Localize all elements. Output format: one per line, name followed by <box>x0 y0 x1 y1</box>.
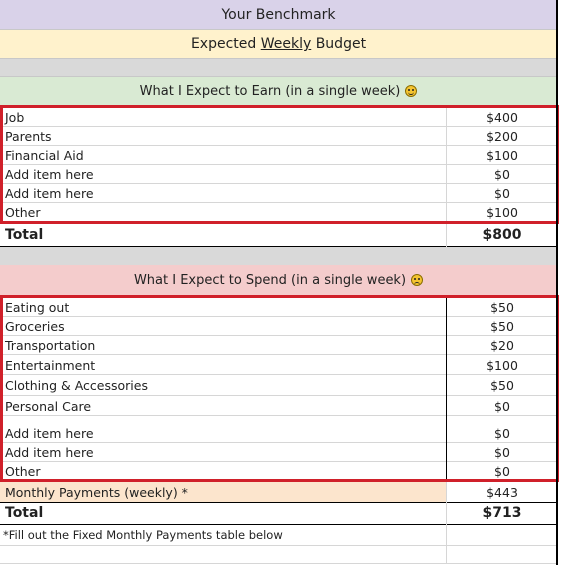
sheet-subtitle[interactable]: Expected Weekly Budget <box>0 30 557 59</box>
item-value: $0 <box>494 426 510 441</box>
subtitle-prefix: Expected <box>190 36 261 52</box>
item-label: Add item here <box>5 445 94 460</box>
list-item[interactable]: Entertainment $100 <box>0 355 557 375</box>
item-value: $100 <box>486 358 518 373</box>
item-value: $200 <box>486 129 518 144</box>
earn-heading: What I Expect to Earn (in a single week) <box>139 83 401 99</box>
list-item[interactable]: Other $0 <box>0 462 557 481</box>
item-label: Clothing & Accessories <box>5 378 148 393</box>
budget-sheet: Your Benchmark Expected Weekly Budget Wh… <box>0 0 559 565</box>
smile-emoji-icon <box>405 85 418 97</box>
item-label: Entertainment <box>5 358 96 373</box>
item-value: $50 <box>490 300 514 315</box>
spacer-row[interactable] <box>0 59 557 77</box>
item-value: $20 <box>490 338 514 353</box>
list-item[interactable]: Financial Aid $100 <box>0 146 557 165</box>
earn-total-row[interactable]: Total $800 <box>0 225 557 246</box>
column-divider-dark <box>446 297 447 482</box>
item-value: $400 <box>486 110 518 125</box>
spend-total-value: $713 <box>482 505 522 521</box>
item-value: $50 <box>490 378 514 393</box>
item-label: Parents <box>5 129 52 144</box>
column-divider <box>446 107 447 247</box>
item-label: Eating out <box>5 300 70 315</box>
earn-total-value: $800 <box>482 227 522 243</box>
item-label: Add item here <box>5 167 94 182</box>
monthly-payments-label: Monthly Payments (weekly) * <box>5 485 188 500</box>
list-item[interactable]: Add item here $0 <box>0 424 557 443</box>
list-item[interactable]: Other $100 <box>0 203 557 222</box>
list-item[interactable]: Eating out $50 <box>0 298 557 317</box>
spend-section-header[interactable]: What I Expect to Spend (in a single week… <box>0 265 557 295</box>
gridline <box>0 545 557 546</box>
gridline <box>0 563 557 564</box>
spend-total-label: Total <box>5 505 44 521</box>
list-item[interactable]: Parents $200 <box>0 127 557 146</box>
footnote-text: *Fill out the Fixed Monthly Payments tab… <box>3 528 283 542</box>
subtitle-weekly: Weekly <box>260 36 312 52</box>
list-item[interactable]: Groceries $50 <box>0 317 557 336</box>
item-label: Personal Care <box>5 399 92 414</box>
list-item[interactable]: Add item here $0 <box>0 184 557 203</box>
sheet-title[interactable]: Your Benchmark <box>0 0 557 30</box>
item-label: Other <box>5 205 41 220</box>
list-item[interactable]: Job $400 <box>0 108 557 127</box>
gridline <box>0 480 557 481</box>
item-label: Financial Aid <box>5 148 84 163</box>
item-value: $0 <box>494 399 510 414</box>
item-value: $50 <box>490 319 514 334</box>
spend-total-row[interactable]: Total $713 <box>0 503 557 524</box>
gridline <box>0 221 557 222</box>
list-item[interactable]: Personal Care $0 <box>0 396 557 416</box>
item-label: Other <box>5 464 41 479</box>
gridline <box>0 415 557 416</box>
item-value: $0 <box>494 464 510 479</box>
list-item[interactable]: Add item here $0 <box>0 443 557 462</box>
item-value: $0 <box>494 186 510 201</box>
earn-total-label: Total <box>5 227 44 243</box>
item-value: $100 <box>486 148 518 163</box>
item-label: Transportation <box>5 338 96 353</box>
subtitle-suffix: Budget <box>311 36 367 52</box>
item-label: Groceries <box>5 319 65 334</box>
list-item[interactable]: Add item here $0 <box>0 165 557 184</box>
item-label: Job <box>5 110 25 125</box>
spend-heading: What I Expect to Spend (in a single week… <box>133 272 407 288</box>
item-label: Add item here <box>5 426 94 441</box>
spacer-row-2[interactable] <box>0 247 557 265</box>
monthly-payments-value: $443 <box>486 485 518 500</box>
earn-section-header[interactable]: What I Expect to Earn (in a single week) <box>0 77 557 105</box>
monthly-payments-row[interactable]: Monthly Payments (weekly) * $443 <box>0 482 557 502</box>
frown-emoji-icon <box>411 274 424 286</box>
item-value: $100 <box>486 205 518 220</box>
footnote-row[interactable]: *Fill out the Fixed Monthly Payments tab… <box>0 525 557 545</box>
list-item[interactable]: Clothing & Accessories $50 <box>0 375 557 396</box>
column-divider <box>446 482 447 564</box>
list-item[interactable]: Transportation $20 <box>0 336 557 355</box>
item-label: Add item here <box>5 186 94 201</box>
sheet-right-border <box>556 0 558 565</box>
item-value: $0 <box>494 167 510 182</box>
item-value: $0 <box>494 445 510 460</box>
